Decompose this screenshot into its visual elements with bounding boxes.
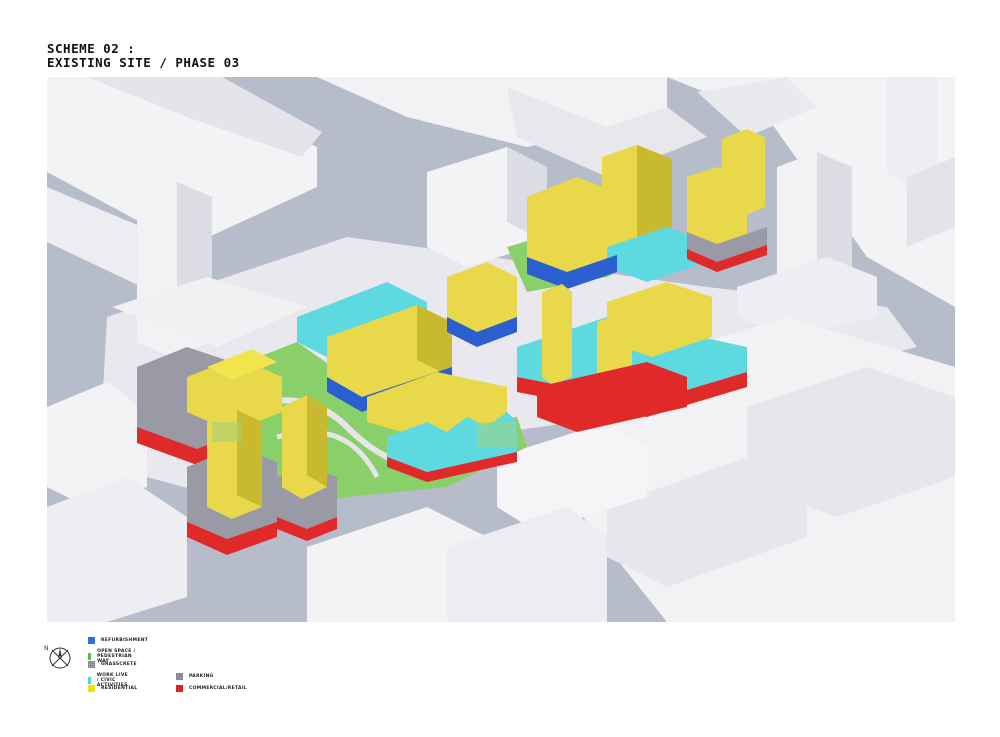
legend-swatch: [88, 653, 92, 660]
legend-swatch: [88, 637, 95, 644]
legend-item-grasscrete: GRASSCRETE: [88, 661, 137, 668]
legend-label: RESIDENTIAL: [101, 686, 138, 691]
north-compass: N: [44, 643, 74, 675]
residential-tower: [722, 129, 765, 217]
legend-swatch: [176, 673, 183, 680]
legend-label: REFURBISHMENT: [101, 638, 149, 643]
residential-tower: [542, 284, 572, 385]
site-model: [47, 77, 955, 622]
legend-swatch: [88, 661, 95, 668]
legend-swatch: [88, 677, 91, 684]
grasscrete-area: [212, 422, 242, 442]
legend-swatch: [88, 685, 95, 692]
legend-item-commercial: COMMERCIAL/RETAIL: [176, 685, 247, 692]
title-line-2: EXISTING SITE / PHASE 03: [47, 55, 240, 70]
legend-swatch: [176, 685, 183, 692]
legend-label: GRASSCRETE: [101, 662, 137, 667]
legend-label: PARKING: [189, 674, 214, 679]
site-axonometric: [47, 77, 955, 622]
legend-item-parking: PARKING: [176, 673, 214, 680]
compass-label: N: [44, 645, 49, 652]
compass-icon: N: [44, 645, 71, 669]
legend-item-refurbishment: REFURBISHMENT: [88, 637, 148, 644]
title-line-1: SCHEME 02 :: [47, 41, 136, 56]
drawing-title: SCHEME 02 : EXISTING SITE / PHASE 03: [47, 42, 240, 70]
legend-item-residential: RESIDENTIAL: [88, 685, 137, 692]
grasscrete-area: [477, 422, 517, 447]
residential-tower-side: [307, 395, 327, 487]
legend-label: COMMERCIAL/RETAIL: [189, 686, 247, 691]
